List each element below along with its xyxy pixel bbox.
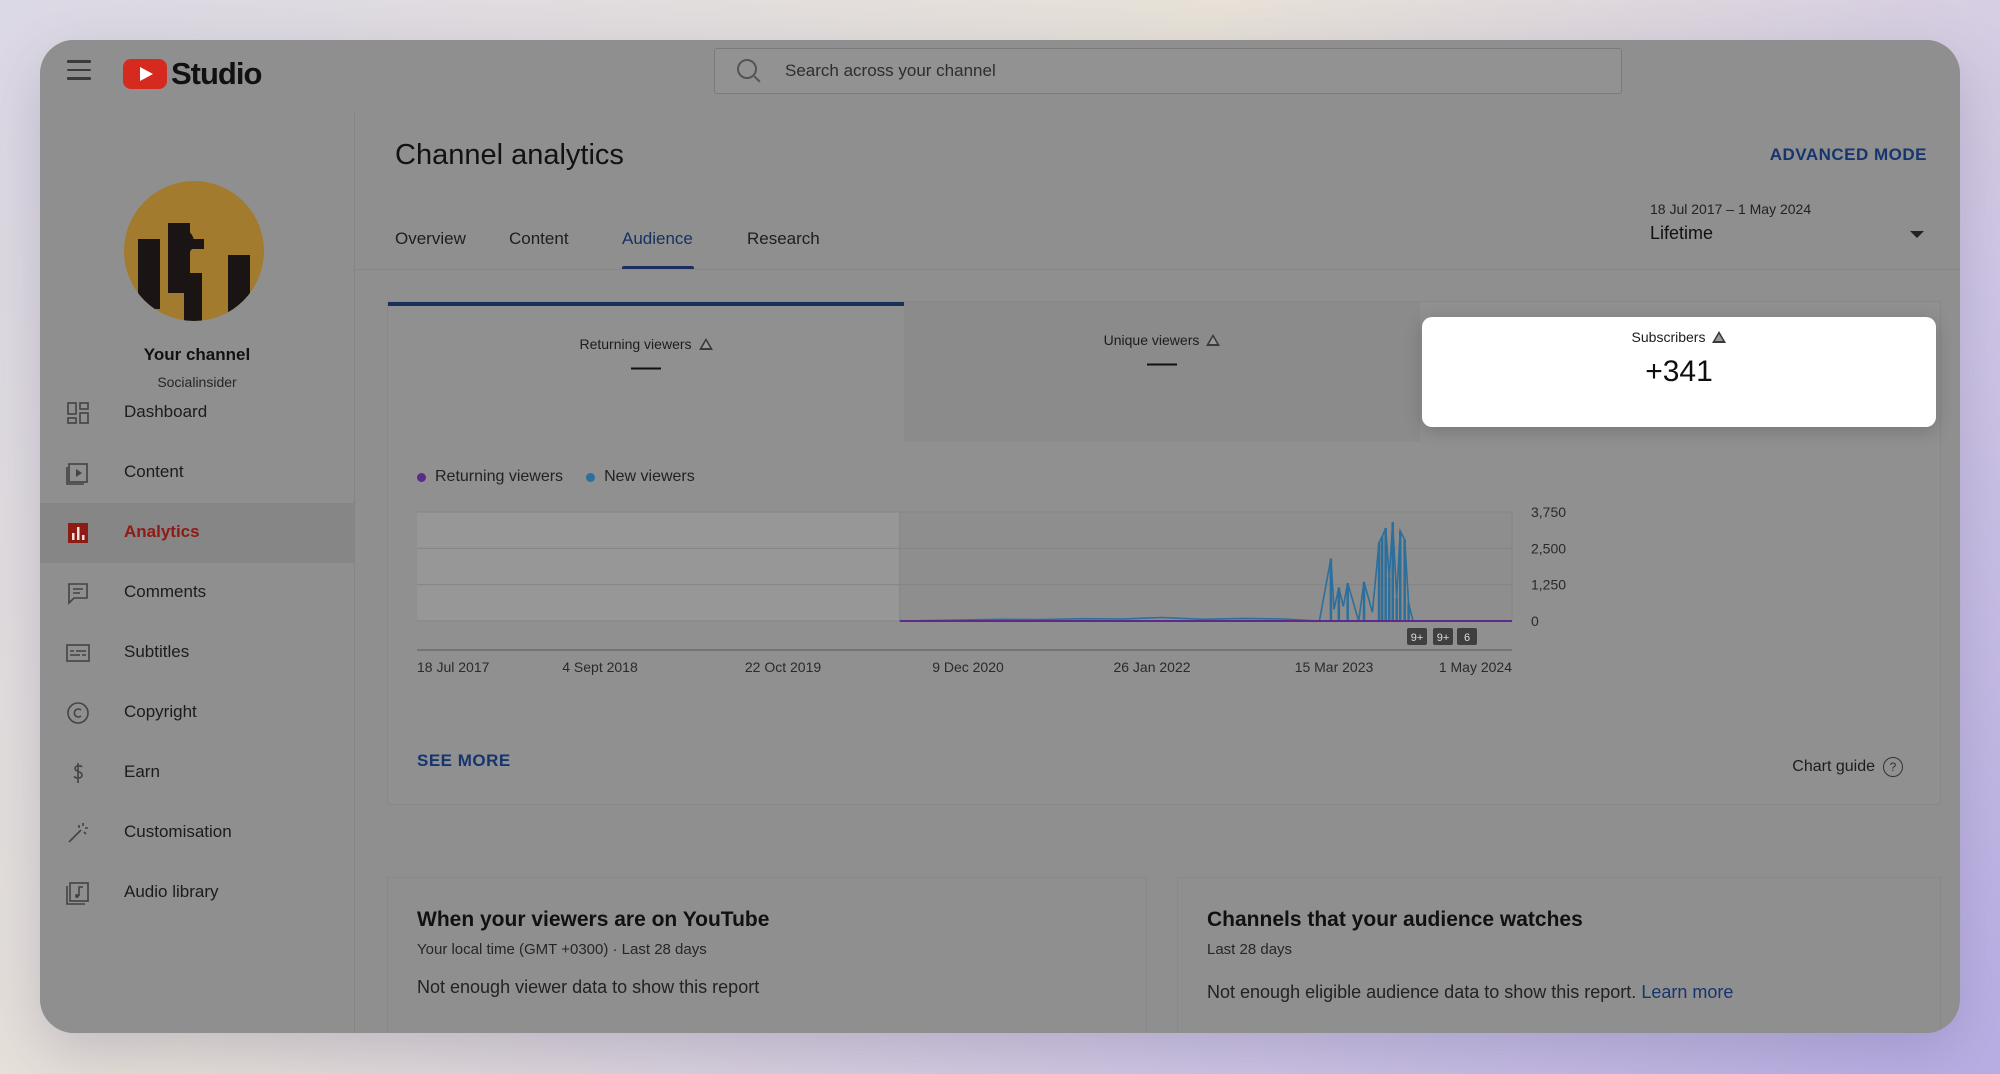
channel-name: Your channel bbox=[143, 345, 251, 364]
caret-down-icon bbox=[1910, 231, 1924, 238]
sidebar-item-earn[interactable]: Earn bbox=[40, 743, 354, 803]
legend-swatch bbox=[417, 472, 426, 482]
metric-title: Subscribers bbox=[1631, 329, 1706, 345]
card-message-text: Not enough eligible audience data to sho… bbox=[1207, 982, 1637, 1002]
analytics-icon bbox=[68, 523, 88, 543]
subtitles-icon bbox=[66, 644, 90, 662]
legend-label: Returning viewers bbox=[435, 468, 564, 485]
metric-unique-viewers[interactable]: Unique viewers — bbox=[904, 302, 1420, 442]
warning-icon bbox=[1206, 334, 1221, 346]
x-tick-label: 22 Oct 2019 bbox=[745, 659, 821, 675]
x-tick-label: 4 Sept 2018 bbox=[562, 659, 638, 675]
learn-more-link[interactable]: Learn more bbox=[1641, 982, 1733, 1002]
card-empty-message: Not enough viewer data to show this repo… bbox=[417, 977, 760, 997]
y-tick-label: 2,500 bbox=[1531, 540, 1566, 556]
no-data-region bbox=[417, 512, 900, 621]
tab-audience[interactable]: Audience bbox=[622, 229, 693, 269]
sidebar-item-label: Content bbox=[124, 462, 184, 481]
channels-audience-watches-card: Channels that your audience watches Last… bbox=[1177, 877, 1941, 1033]
tab-research[interactable]: Research bbox=[747, 229, 820, 269]
studio-window: Studio Your channel Socialinsider Dashbo… bbox=[40, 40, 1960, 1033]
comments-icon bbox=[68, 583, 88, 605]
y-tick-label: 0 bbox=[1531, 613, 1539, 629]
sidebar-item-analytics[interactable]: Analytics bbox=[40, 503, 354, 563]
x-tick-label: 18 Jul 2017 bbox=[417, 659, 490, 675]
chart-guide-button[interactable]: Chart guide ? bbox=[1792, 757, 1903, 777]
warning-icon bbox=[1712, 331, 1727, 343]
card-empty-message: Not enough eligible audience data to sho… bbox=[1207, 982, 1733, 1003]
audience-chart: 3,750 2,500 1,250 0 18 Jul 2017 4 Sept 2018 22… bbox=[417, 504, 1566, 675]
copyright-icon bbox=[67, 702, 89, 724]
youtube-play-icon bbox=[123, 59, 167, 89]
dashboard-icon bbox=[67, 402, 89, 424]
sidebar-item-label: Audio library bbox=[124, 882, 219, 901]
event-marker-label: 9+ bbox=[1411, 632, 1424, 644]
x-tick-label: 26 Jan 2022 bbox=[1113, 659, 1190, 675]
content-icon bbox=[66, 463, 88, 485]
x-tick-label: 9 Dec 2020 bbox=[932, 659, 1004, 675]
sidebar-item-customisation[interactable]: Customisation bbox=[40, 803, 354, 863]
event-marker-label: 9+ bbox=[1437, 632, 1450, 644]
metric-value: — bbox=[1147, 346, 1177, 379]
sidebar-item-label: Earn bbox=[124, 762, 160, 781]
see-more-button[interactable]: SEE MORE bbox=[417, 751, 511, 771]
top-bar: Studio bbox=[40, 40, 1960, 110]
search-bar[interactable] bbox=[714, 48, 1622, 94]
legend-label: New viewers bbox=[604, 468, 695, 485]
date-range: 18 Jul 2017 – 1 May 2024 bbox=[1650, 201, 1812, 217]
help-icon: ? bbox=[1883, 757, 1903, 777]
sidebar-item-label: Analytics bbox=[124, 522, 200, 541]
card-subtitle: Your local time (GMT +0300) · Last 28 da… bbox=[417, 941, 707, 958]
search-icon bbox=[737, 59, 757, 79]
sidebar-item-subtitles[interactable]: Subtitles bbox=[40, 623, 354, 683]
legend-swatch bbox=[586, 472, 596, 482]
metric-value: +341 bbox=[1645, 355, 1713, 388]
earn-icon bbox=[73, 763, 83, 783]
legend-item-returning-viewers[interactable]: Returning viewers bbox=[417, 468, 563, 486]
sidebar-item-label: Subtitles bbox=[124, 642, 190, 661]
legend-item-new-viewers[interactable]: New viewers bbox=[586, 468, 695, 486]
chart-guide-label: Chart guide bbox=[1792, 758, 1875, 775]
tabs-divider bbox=[355, 269, 1960, 270]
x-tick-label: 1 May 2024 bbox=[1439, 659, 1512, 675]
audience-overview-card: Returning viewers — Unique viewers — Sub… bbox=[387, 301, 1941, 805]
tab-content[interactable]: Content bbox=[509, 229, 569, 269]
logo-text: Studio bbox=[171, 56, 262, 91]
metric-value: — bbox=[631, 350, 661, 383]
studio-logo[interactable]: Studio bbox=[123, 56, 262, 92]
metric-returning-viewers[interactable]: Returning viewers — bbox=[388, 302, 904, 446]
warning-icon bbox=[698, 338, 713, 350]
page-title: Channel analytics bbox=[395, 139, 624, 171]
date-preset: Lifetime bbox=[1650, 223, 1714, 243]
sidebar-item-label: Dashboard bbox=[124, 402, 208, 421]
sidebar-item-audio-library[interactable]: Audio library bbox=[40, 863, 354, 923]
event-marker-label: 6 bbox=[1464, 632, 1470, 644]
y-tick-label: 1,250 bbox=[1531, 577, 1566, 593]
plot-area bbox=[899, 512, 1512, 621]
customisation-icon bbox=[68, 823, 88, 843]
metric-subscribers[interactable]: Subscribers +341 bbox=[1422, 317, 1936, 427]
card-subtitle: Last 28 days bbox=[1207, 941, 1293, 958]
sidebar-item-comments[interactable]: Comments bbox=[40, 563, 354, 623]
hamburger-menu-icon[interactable] bbox=[67, 60, 91, 80]
sidebar-item-copyright[interactable]: Copyright bbox=[40, 683, 354, 743]
card-title: Channels that your audience watches bbox=[1207, 908, 1583, 931]
sidebar-item-label: Customisation bbox=[124, 822, 232, 841]
chart-legend: Returning viewers New viewers bbox=[417, 468, 718, 486]
search-input[interactable] bbox=[785, 49, 1585, 93]
channel-avatar[interactable] bbox=[124, 181, 264, 321]
sidebar-item-label: Copyright bbox=[124, 702, 197, 721]
tab-overview[interactable]: Overview bbox=[395, 229, 466, 269]
sidebar: Your channel Socialinsider Dashboard Con… bbox=[40, 111, 355, 1033]
sidebar-item-label: Comments bbox=[124, 582, 207, 601]
advanced-mode-button[interactable]: ADVANCED MODE bbox=[1770, 145, 1927, 165]
y-tick-label: 3,750 bbox=[1531, 504, 1566, 520]
viewers-on-youtube-card: When your viewers are on YouTube Your lo… bbox=[387, 877, 1147, 1033]
audio-library-icon bbox=[66, 882, 89, 905]
sidebar-item-dashboard[interactable]: Dashboard bbox=[40, 383, 354, 443]
sidebar-item-content[interactable]: Content bbox=[40, 443, 354, 503]
main-content: Channel analytics ADVANCED MODE Overview… bbox=[355, 111, 1960, 1033]
card-title: When your viewers are on YouTube bbox=[417, 908, 770, 931]
x-tick-label: 15 Mar 2023 bbox=[1295, 659, 1374, 675]
